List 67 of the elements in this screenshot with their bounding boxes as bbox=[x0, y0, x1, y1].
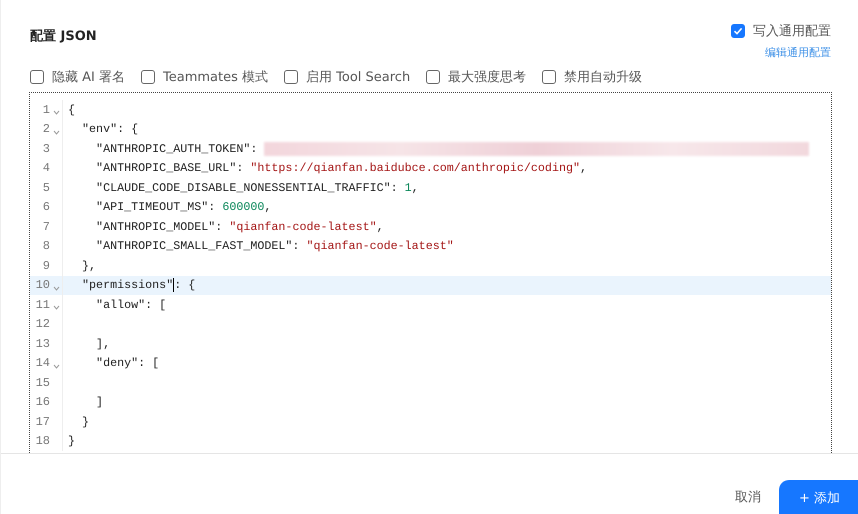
code-token: "ANTHROPIC_BASE_URL": bbox=[95, 161, 244, 176]
fold-chevron-icon[interactable] bbox=[52, 364, 60, 369]
line-number: 17 bbox=[34, 414, 50, 429]
section-title: 配置 JSON bbox=[30, 28, 97, 46]
line-number: 6 bbox=[42, 200, 50, 214]
checkbox-label: 写入通用配置 bbox=[753, 23, 831, 40]
edit-config-link[interactable]: 编辑通用配置 bbox=[765, 45, 831, 60]
code-token: "qianfan-code-latest" bbox=[229, 220, 377, 234]
code-token: "allow": [ bbox=[95, 298, 166, 312]
code-token: } bbox=[81, 414, 90, 429]
code-token: , bbox=[376, 220, 384, 234]
code-token: "ANTHROPIC_AUTH_TOKEN": bbox=[95, 142, 258, 156]
line-number: 7 bbox=[42, 220, 50, 234]
line-number: 5 bbox=[42, 180, 50, 195]
line-number: 1 bbox=[42, 102, 50, 117]
code-token: "ANTHROPIC_MODEL": bbox=[95, 220, 224, 234]
checkbox-label: 启用 Tool Search bbox=[306, 69, 410, 86]
code-token: , bbox=[412, 180, 419, 195]
code-token: }, bbox=[81, 258, 96, 273]
code-token: "https://qianfan.baidubce.com/anthropic/coding" bbox=[250, 161, 580, 176]
code-token: "permissions" bbox=[81, 278, 174, 292]
checkbox[interactable] bbox=[426, 70, 440, 84]
code-token: 1 bbox=[404, 180, 412, 195]
checkbox[interactable] bbox=[542, 70, 556, 84]
checkbox-label: Teammates 模式 bbox=[163, 69, 268, 86]
checkmark-icon bbox=[733, 26, 743, 36]
code-token: ] bbox=[95, 395, 104, 410]
code-token: , bbox=[580, 161, 588, 176]
code-token: "ANTHROPIC_SMALL_FAST_MODEL": bbox=[95, 239, 300, 254]
line-number: 11 bbox=[34, 298, 50, 312]
line-number: 12 bbox=[34, 317, 50, 332]
fold-chevron-icon[interactable] bbox=[52, 305, 60, 310]
cancel-button[interactable]: 取消 bbox=[734, 488, 761, 514]
fold-chevron-icon[interactable] bbox=[52, 130, 60, 135]
code-token: } bbox=[68, 434, 76, 448]
code-token: "CLAUDE_CODE_DISABLE_NONESSENTIAL_TRAFFIC": bbox=[95, 180, 399, 195]
add-button[interactable]: + 添加 bbox=[778, 480, 858, 514]
checkbox-label: 禁用自动升级 bbox=[564, 69, 642, 86]
code-token: , bbox=[264, 200, 272, 214]
line-number: 8 bbox=[42, 239, 50, 254]
line-number: 18 bbox=[34, 434, 50, 448]
line-number: 16 bbox=[34, 395, 50, 410]
code-token: ], bbox=[95, 336, 110, 351]
checkbox[interactable] bbox=[30, 70, 44, 84]
line-number: 10 bbox=[34, 278, 50, 292]
code-token: "deny": [ bbox=[95, 356, 160, 370]
checkbox-label: 隐藏 AI 署名 bbox=[52, 69, 125, 86]
line-number: 15 bbox=[34, 376, 50, 390]
fold-chevron-icon[interactable] bbox=[52, 286, 60, 291]
code-token: "API_TIMEOUT_MS": bbox=[95, 200, 216, 214]
line-number: 4 bbox=[42, 161, 50, 176]
code-editor[interactable] bbox=[29, 92, 832, 453]
code-token: "qianfan-code-latest" bbox=[306, 239, 454, 254]
line-number: 14 bbox=[34, 356, 50, 370]
line-number: 13 bbox=[34, 336, 50, 351]
checkbox[interactable] bbox=[731, 24, 745, 38]
code-token: "env": { bbox=[81, 122, 138, 136]
line-number: 9 bbox=[42, 258, 50, 273]
checkbox[interactable] bbox=[284, 70, 298, 84]
fold-chevron-icon[interactable] bbox=[52, 110, 60, 116]
line-number: 3 bbox=[42, 142, 50, 156]
code-token: : { bbox=[174, 278, 196, 292]
code-token: 600000 bbox=[222, 200, 264, 214]
line-number: 2 bbox=[42, 122, 50, 136]
code-token: { bbox=[68, 102, 76, 117]
checkbox[interactable] bbox=[141, 70, 155, 84]
checkbox-label: 最大强度思考 bbox=[448, 69, 526, 86]
